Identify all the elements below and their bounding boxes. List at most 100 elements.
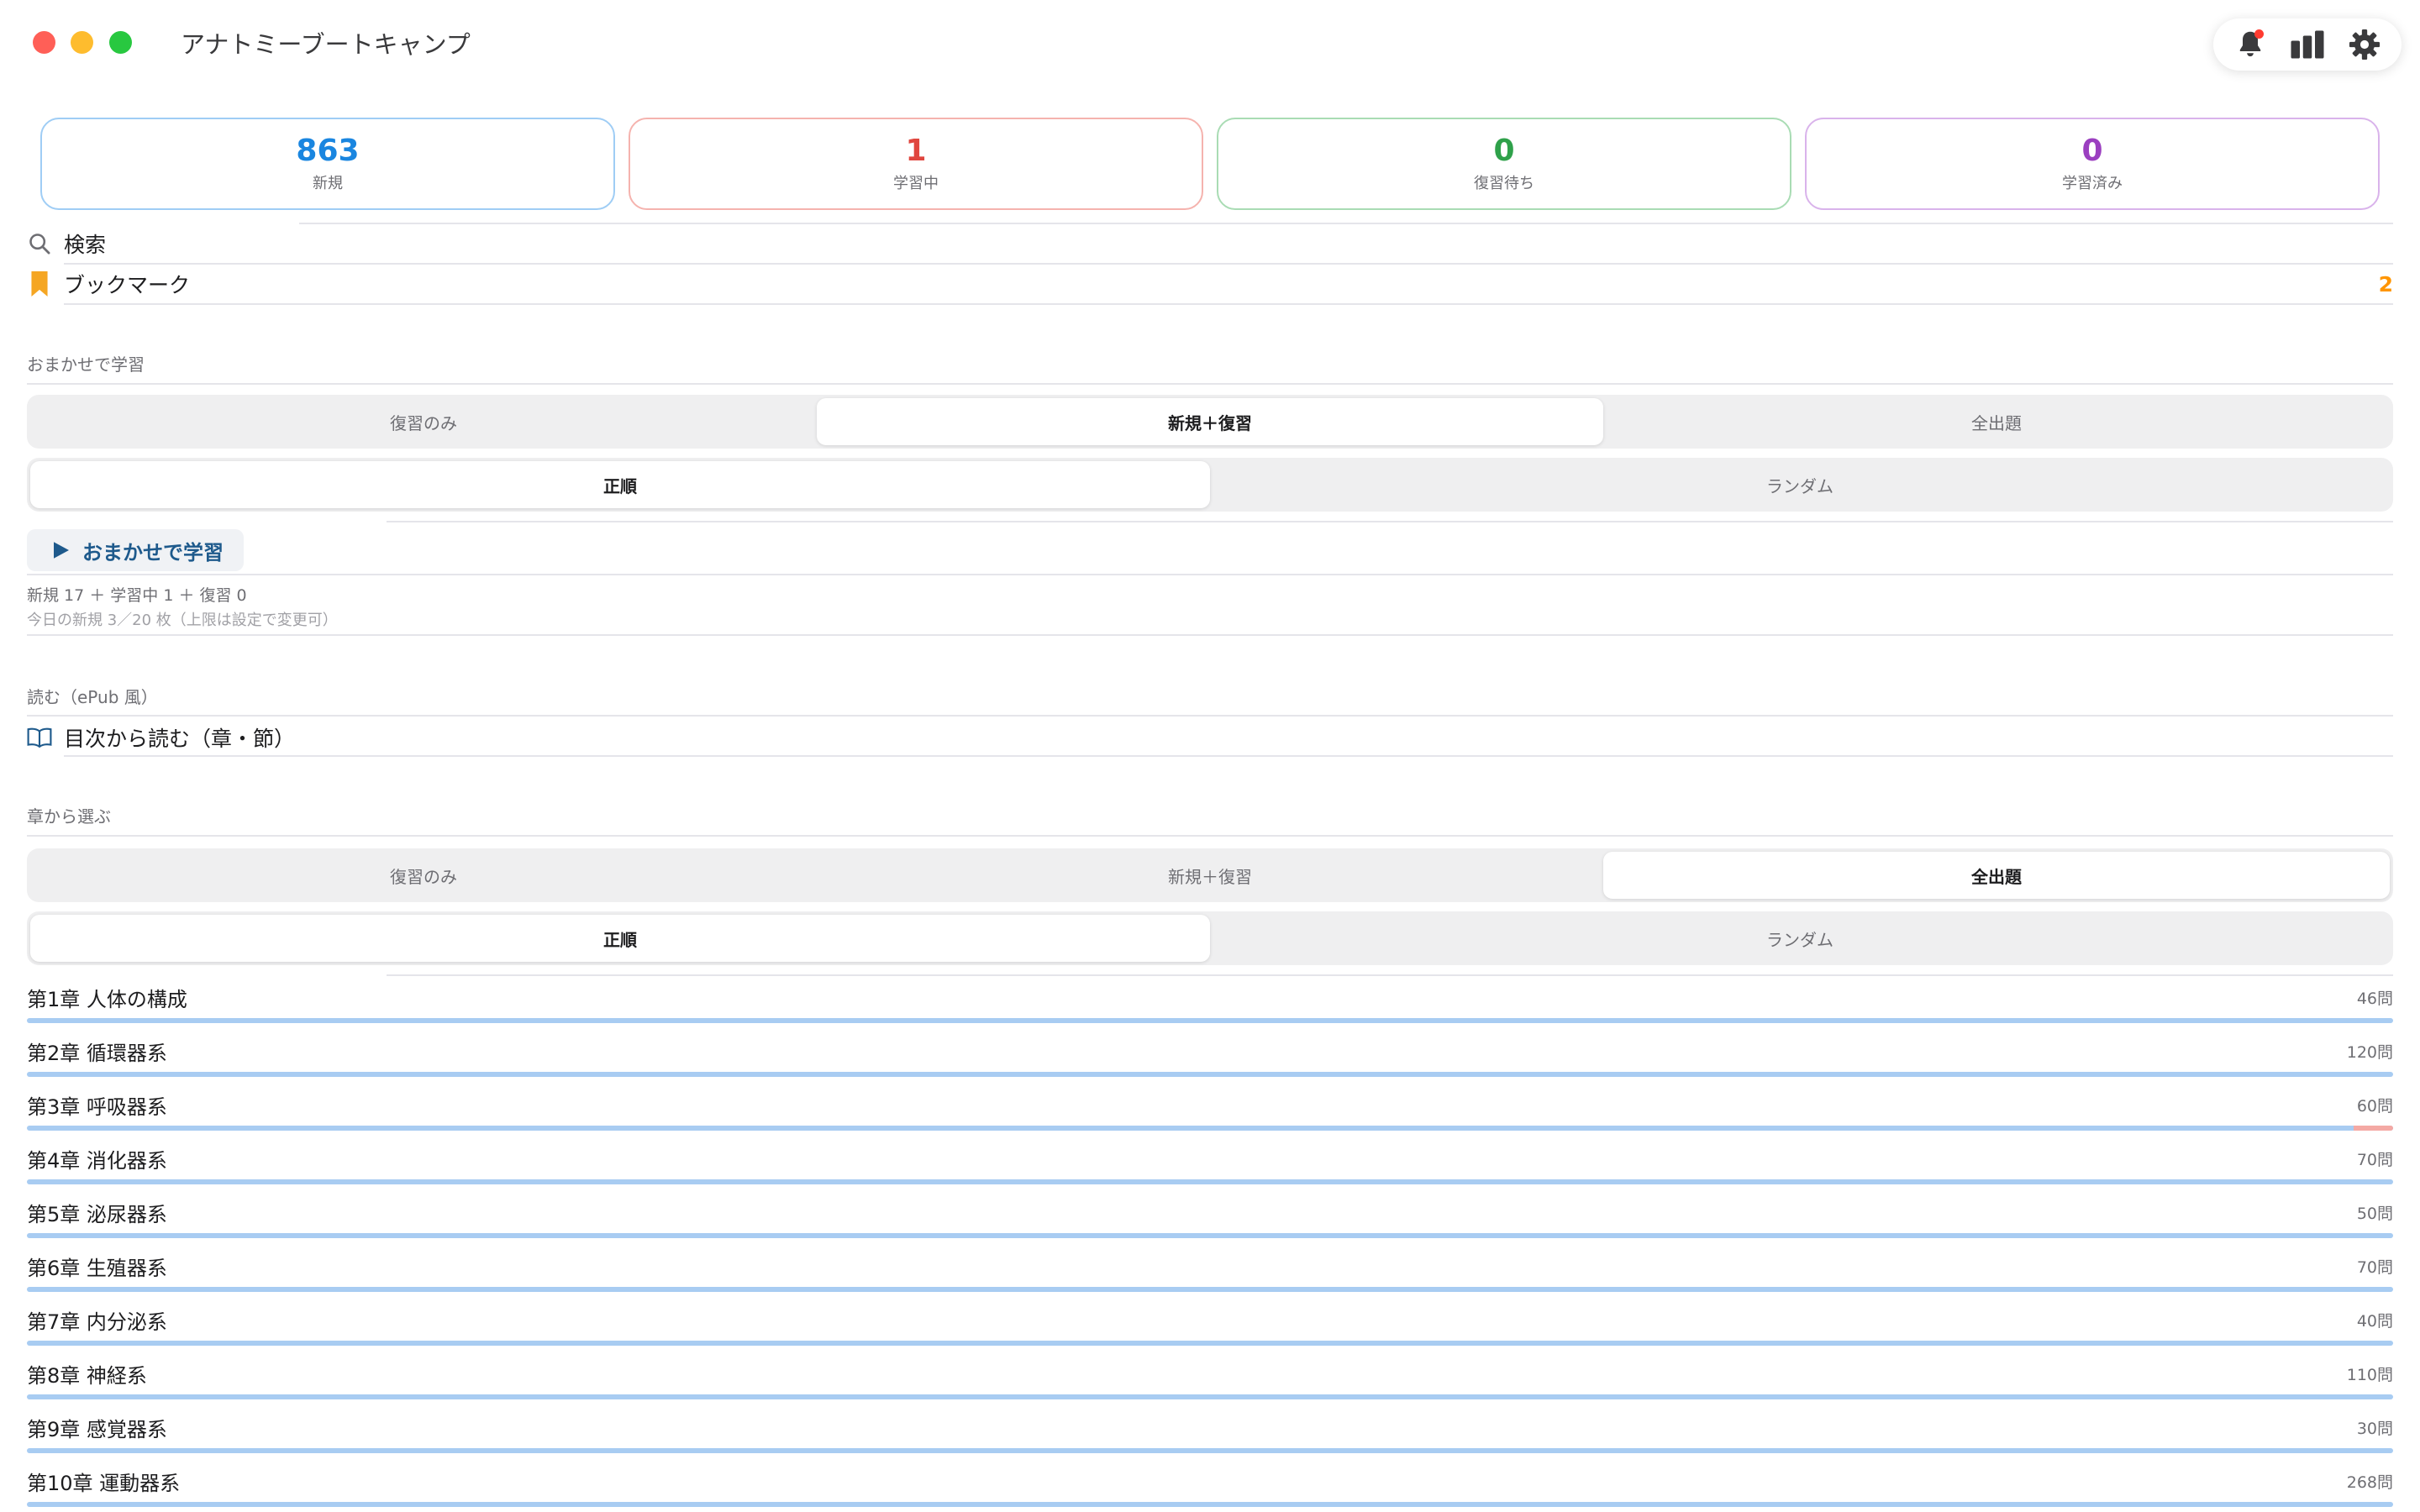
chapter-name: 第9章 感覚器系 (27, 1418, 167, 1441)
search-row[interactable]: 検索 (27, 228, 2393, 259)
window-zoom-button[interactable] (109, 31, 132, 54)
auto-study-start-button[interactable]: おまかせで学習 (27, 529, 244, 571)
notification-dot (2254, 29, 2264, 39)
chapter-progress-bar (27, 1126, 2393, 1131)
chapter-progress-bar (27, 1287, 2393, 1292)
chapter-name: 第8章 神経系 (27, 1364, 147, 1388)
auto-study-start-label: おまかせで学習 (82, 540, 224, 564)
book-icon (27, 725, 52, 750)
chapter-row[interactable]: 第2章 循環器系 120問 (27, 1028, 2393, 1082)
read-header: 読む（ePub 風） (27, 687, 158, 707)
chapter-question-count: 70問 (2356, 1151, 2393, 1169)
chapter-row[interactable]: 第5章 泌尿器系 50問 (27, 1189, 2393, 1243)
stat-card-new[interactable]: 863 新規 (40, 118, 615, 210)
stat-review-due-value: 0 (1493, 134, 1515, 169)
stat-card-review-due[interactable]: 0 復習待ち (1217, 118, 1791, 210)
stat-learning-label: 学習中 (893, 174, 939, 192)
chapter-row[interactable]: 第7章 内分泌系 40問 (27, 1297, 2393, 1351)
chapter-progress-bar (27, 1448, 2393, 1453)
auto-study-summary: 新規 17 ＋ 学習中 1 ＋ 復習 0 (27, 586, 247, 605)
divider (64, 303, 2393, 305)
settings-button[interactable] (2346, 26, 2383, 63)
stat-learned-value: 0 (2081, 134, 2103, 169)
chapter-question-count: 46問 (2356, 990, 2393, 1008)
divider (27, 715, 2393, 717)
auto-mode-review-only[interactable]: 復習のみ (30, 398, 817, 445)
chapter-row[interactable]: 第1章 人体の構成 46問 (27, 974, 2393, 1028)
chapter-row[interactable]: 第6章 生殖器系 70問 (27, 1243, 2393, 1297)
chapter-order-random[interactable]: ランダム (1210, 915, 2390, 962)
chapter-name: 第2章 循環器系 (27, 1042, 167, 1065)
stat-learning-value: 1 (905, 134, 927, 169)
chapter-question-count: 120問 (2346, 1043, 2393, 1062)
chapter-name: 第5章 泌尿器系 (27, 1203, 167, 1226)
window-close-button[interactable] (33, 31, 55, 54)
divider (27, 634, 2393, 636)
search-icon (27, 231, 52, 256)
app-title: アナトミーブートキャンプ (181, 30, 471, 59)
divider (27, 574, 2393, 575)
auto-order-random[interactable]: ランダム (1210, 461, 2390, 508)
stat-learned-label: 学習済み (2062, 174, 2123, 192)
stat-new-label: 新規 (313, 174, 343, 192)
chapter-question-count: 70問 (2356, 1258, 2393, 1277)
gear-icon (2349, 29, 2381, 60)
notifications-button[interactable] (2232, 26, 2269, 63)
chapter-list: 第1章 人体の構成 46問 第2章 循環器系 120問 第3章 呼吸器系 60問… (27, 974, 2393, 1512)
toc-read-label: 目次から読む（章・節） (64, 727, 296, 751)
toolbar (2213, 18, 2402, 71)
auto-order-sequential[interactable]: 正順 (30, 461, 1210, 508)
chapter-progress-bar (27, 1502, 2393, 1507)
divider (64, 755, 2393, 757)
stat-review-due-label: 復習待ち (1474, 174, 1534, 192)
chapter-row[interactable]: 第8章 神経系 110問 (27, 1351, 2393, 1404)
bookmark-icon (27, 271, 52, 297)
chapter-row[interactable]: 第3章 呼吸器系 60問 (27, 1082, 2393, 1136)
chapter-order-sequential[interactable]: 正順 (30, 915, 1210, 962)
chapter-row[interactable]: 第9章 感覚器系 30問 (27, 1404, 2393, 1458)
chapter-order-segmented: 正順 ランダム (27, 911, 2393, 965)
auto-study-header: おまかせで学習 (27, 354, 145, 375)
chapter-question-count: 268問 (2346, 1473, 2393, 1492)
search-label: 検索 (64, 233, 107, 257)
chapter-progress-bar (27, 1072, 2393, 1077)
chapter-select-header: 章から選ぶ (27, 806, 111, 827)
divider (387, 521, 2393, 522)
chapter-name: 第6章 生殖器系 (27, 1257, 167, 1280)
toc-read-row[interactable]: 目次から読む（章・節） (27, 722, 2393, 753)
chapter-row[interactable]: 第4章 消化器系 70問 (27, 1136, 2393, 1189)
chapter-name: 第4章 消化器系 (27, 1149, 167, 1173)
bookmark-label: ブックマーク (64, 273, 191, 297)
auto-study-mode-segmented: 復習のみ 新規＋復習 全出題 (27, 395, 2393, 449)
chapter-progress-bar (27, 1233, 2393, 1238)
bookmark-count: 2 (2378, 271, 2393, 297)
statistics-button[interactable] (2289, 26, 2326, 63)
bookmark-row[interactable]: ブックマーク 2 (27, 269, 2393, 299)
auto-mode-all[interactable]: 全出題 (1603, 398, 2390, 445)
chapter-mode-all[interactable]: 全出題 (1603, 852, 2390, 899)
chapter-name: 第1章 人体の構成 (27, 988, 187, 1011)
divider (64, 263, 2393, 265)
chapter-row[interactable]: 第10章 運動器系 268問 (27, 1458, 2393, 1512)
chapter-progress-bar (27, 1341, 2393, 1346)
auto-mode-new-review[interactable]: 新規＋復習 (817, 398, 1603, 445)
chapter-mode-segmented: 復習のみ 新規＋復習 全出題 (27, 848, 2393, 902)
window-minimize-button[interactable] (71, 31, 93, 54)
chapter-progress-bar (27, 1018, 2393, 1023)
stat-card-learned[interactable]: 0 学習済み (1805, 118, 2380, 210)
chapter-progress-bar (27, 1394, 2393, 1399)
chapter-mode-new-review[interactable]: 新規＋復習 (817, 852, 1603, 899)
chapter-name: 第10章 運動器系 (27, 1472, 181, 1495)
chapter-learning-segment (2354, 1126, 2393, 1131)
chapter-question-count: 60問 (2356, 1097, 2393, 1116)
play-icon (54, 542, 69, 559)
chart-bar-icon (2291, 30, 2324, 59)
chapter-mode-review-only[interactable]: 復習のみ (30, 852, 817, 899)
chapter-question-count: 30問 (2356, 1420, 2393, 1438)
divider (27, 835, 2393, 837)
stat-card-learning[interactable]: 1 学習中 (629, 118, 1203, 210)
divider (27, 383, 2393, 385)
chapter-question-count: 110問 (2346, 1366, 2393, 1384)
stat-cards: 863 新規 1 学習中 0 復習待ち 0 学習済み (40, 118, 2380, 210)
auto-study-daily-note: 今日の新規 3／20 枚（上限は設定で変更可） (27, 612, 338, 629)
